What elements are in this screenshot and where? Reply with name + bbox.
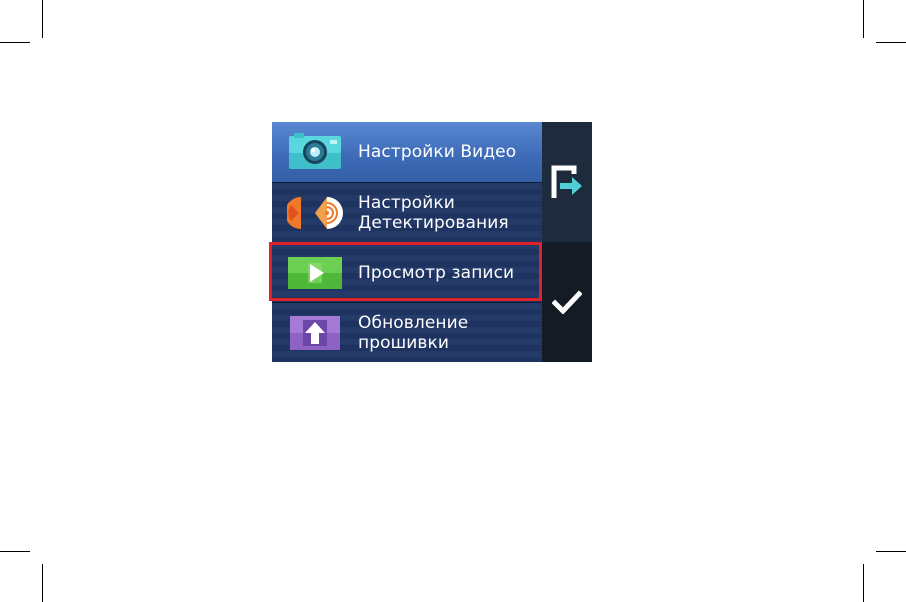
menu-item-video-settings[interactable]: Настройки Видео — [272, 122, 542, 182]
detection-icon — [286, 191, 344, 235]
action-sidebar — [542, 122, 592, 362]
camera-icon — [286, 130, 344, 174]
menu-item-firmware-update[interactable]: Обновление прошивки — [272, 303, 542, 362]
exit-icon — [551, 165, 582, 198]
menu-item-detection-settings[interactable]: Настройки Детектирования — [272, 183, 542, 242]
crop-mark — [0, 551, 30, 552]
menu-item-label: Обновление прошивки — [358, 312, 469, 353]
crop-mark — [876, 551, 906, 552]
upload-icon — [286, 311, 344, 355]
crop-mark — [0, 42, 30, 43]
exit-button[interactable] — [542, 122, 592, 242]
menu-item-label: Настройки Детектирования — [358, 192, 509, 233]
crop-mark — [876, 42, 906, 43]
crop-mark — [42, 564, 43, 602]
checkmark-icon — [552, 290, 582, 314]
crop-mark — [42, 0, 43, 38]
menu-item-label: Настройки Видео — [358, 142, 517, 162]
confirm-button[interactable] — [542, 242, 592, 362]
crop-mark — [863, 0, 864, 38]
crop-mark — [863, 564, 864, 602]
selection-highlight-frame — [269, 242, 542, 301]
